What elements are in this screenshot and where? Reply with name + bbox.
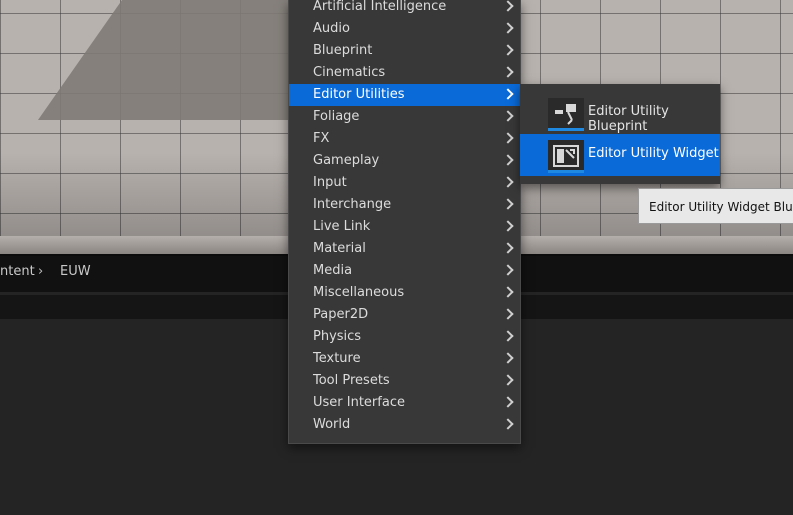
context-menu: Artificial Intelligence Audio Blueprint … xyxy=(288,0,521,444)
chevron-right-icon xyxy=(502,154,514,166)
chevron-right-icon xyxy=(502,44,514,56)
chevron-right-icon xyxy=(502,286,514,298)
chevron-right-icon xyxy=(502,66,514,78)
chevron-right-icon xyxy=(502,198,514,210)
menu-item-interchange[interactable]: Interchange xyxy=(289,194,520,216)
menu-item-live-link[interactable]: Live Link xyxy=(289,216,520,238)
tooltip: Editor Utility Widget Bluepr xyxy=(638,188,793,224)
blueprint-icon xyxy=(548,98,584,131)
menu-item-media[interactable]: Media xyxy=(289,260,520,282)
menu-item-gameplay[interactable]: Gameplay xyxy=(289,150,520,172)
chevron-right-icon xyxy=(502,88,514,100)
menu-item-blueprint[interactable]: Blueprint xyxy=(289,40,520,62)
menu-item-user-interface[interactable]: User Interface xyxy=(289,392,520,414)
chevron-right-icon xyxy=(502,352,514,364)
menu-item-tool-presets[interactable]: Tool Presets xyxy=(289,370,520,392)
widget-icon xyxy=(548,140,584,173)
menu-item-cinematics[interactable]: Cinematics xyxy=(289,62,520,84)
menu-item-material[interactable]: Material xyxy=(289,238,520,260)
chevron-right-icon xyxy=(502,220,514,232)
chevron-right-icon xyxy=(502,418,514,430)
submenu-item-editor-utility-widget[interactable]: Editor Utility Widget xyxy=(520,134,720,176)
menu-item-paper2d[interactable]: Paper2D xyxy=(289,304,520,326)
chevron-right-icon xyxy=(502,110,514,122)
breadcrumb-item-content[interactable]: ntent xyxy=(0,264,35,279)
breadcrumb-separator-icon: › xyxy=(38,264,44,279)
breadcrumb-item-euw[interactable]: EUW xyxy=(60,264,91,279)
chevron-right-icon xyxy=(502,0,514,12)
menu-item-audio[interactable]: Audio xyxy=(289,18,520,40)
menu-item-editor-utilities[interactable]: Editor Utilities xyxy=(289,84,520,106)
chevron-right-icon xyxy=(502,132,514,144)
menu-item-texture[interactable]: Texture xyxy=(289,348,520,370)
submenu-item-editor-utility-blueprint[interactable]: Editor Utility Blueprint xyxy=(520,92,720,134)
chevron-right-icon xyxy=(502,176,514,188)
menu-item-foliage[interactable]: Foliage xyxy=(289,106,520,128)
chevron-right-icon xyxy=(502,374,514,386)
chevron-right-icon xyxy=(502,396,514,408)
chevron-right-icon xyxy=(502,330,514,342)
menu-item-miscellaneous[interactable]: Miscellaneous xyxy=(289,282,520,304)
chevron-right-icon xyxy=(502,264,514,276)
chevron-right-icon xyxy=(502,242,514,254)
menu-item-physics[interactable]: Physics xyxy=(289,326,520,348)
chevron-right-icon xyxy=(502,308,514,320)
menu-item-fx[interactable]: FX xyxy=(289,128,520,150)
editor-utilities-submenu: Editor Utility Blueprint Editor Utility … xyxy=(520,84,720,184)
menu-item-world[interactable]: World xyxy=(289,414,520,436)
menu-item-artificial-intelligence[interactable]: Artificial Intelligence xyxy=(289,0,520,18)
menu-item-input[interactable]: Input xyxy=(289,172,520,194)
chevron-right-icon xyxy=(502,22,514,34)
